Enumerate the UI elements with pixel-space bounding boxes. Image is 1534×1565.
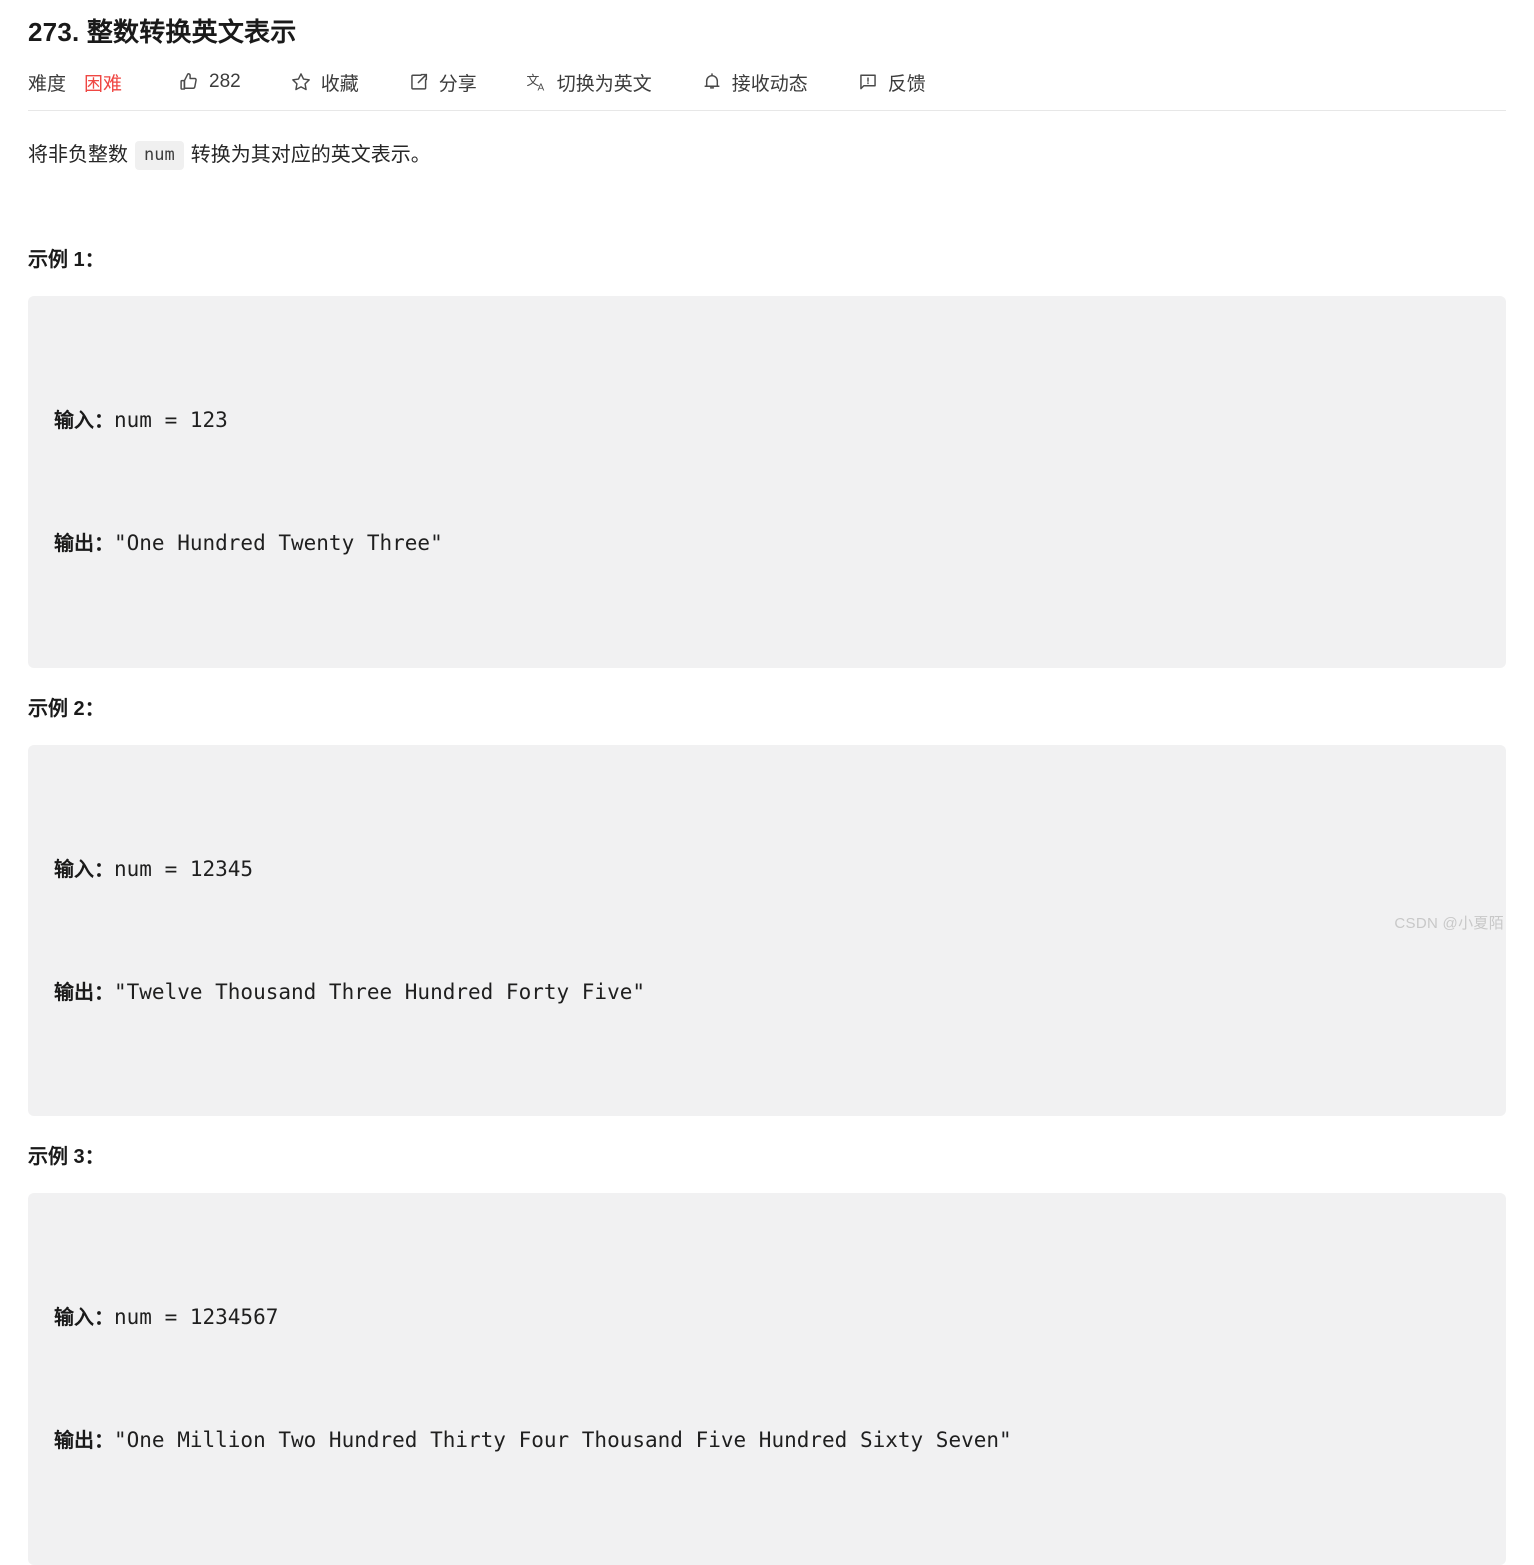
- input-key: 输入：: [54, 1307, 114, 1330]
- output-key: 输出：: [54, 532, 114, 555]
- share-icon: [408, 71, 430, 93]
- favorite-label: 收藏: [320, 73, 359, 95]
- watermark: CSDN @小夏陌: [1394, 915, 1504, 932]
- example-heading: 示例 1：: [28, 249, 105, 272]
- subscribe-button[interactable]: 接收动态: [701, 69, 808, 96]
- example-heading: 示例 2：: [28, 697, 105, 720]
- problem-description: 将非负整数 num 转换为其对应的英文表示。: [28, 139, 1506, 171]
- example-block: 示例 2： 输入：num = 12345 输出："Twelve Thousand…: [28, 696, 1506, 1117]
- difficulty-group: 难度 困难: [28, 69, 122, 96]
- example-code-block: 输入：num = 123 输出："One Hundred Twenty Thre…: [28, 296, 1506, 668]
- output-value: "One Hundred Twenty Three": [114, 530, 443, 555]
- subscribe-label: 接收动态: [731, 73, 808, 95]
- example-code-block: 输入：num = 12345 输出："Twelve Thousand Three…: [28, 744, 1506, 1117]
- difficulty-value: 困难: [84, 73, 123, 95]
- example-input-line: 输入：num = 123: [54, 400, 1480, 441]
- input-value: num = 12345: [114, 856, 254, 881]
- input-value: num = 123: [114, 408, 228, 433]
- example-code-block: 输入：num = 1234567 输出："One Million Two Hun…: [28, 1193, 1506, 1565]
- like-button[interactable]: 282: [178, 71, 241, 93]
- example-output-line: 输出："One Hundred Twenty Three": [54, 523, 1480, 564]
- difficulty-label: 难度: [28, 73, 67, 95]
- example-block: 示例 1： 输入：num = 123 输出："One Hundred Twent…: [28, 247, 1506, 668]
- description-prefix: 将非负整数: [28, 144, 128, 167]
- feedback-button[interactable]: 反馈: [857, 69, 926, 96]
- star-icon: [290, 71, 312, 93]
- translate-icon: 文 A: [526, 71, 548, 93]
- bell-icon: [701, 71, 723, 93]
- example-block: 示例 3： 输入：num = 1234567 输出："One Million T…: [28, 1144, 1506, 1565]
- example-input-line: 输入：num = 1234567: [54, 1297, 1480, 1338]
- svg-text:A: A: [537, 82, 544, 93]
- problem-toolbar: 难度 困难 282 收藏 分享 文 A 切换为英文 接收动态 反馈: [28, 56, 1506, 108]
- share-button[interactable]: 分享: [408, 69, 477, 96]
- thumbs-up-icon: [178, 71, 200, 93]
- problem-page: 273. 整数转换英文表示 难度 困难 282 收藏 分享 文 A 切换为英文 …: [0, 0, 1534, 1565]
- feedback-label: 反馈: [887, 73, 926, 95]
- example-output-line: 输出："One Million Two Hundred Thirty Four …: [54, 1420, 1480, 1461]
- feedback-icon: [857, 71, 879, 93]
- page-title: 273. 整数转换英文表示: [28, 17, 297, 47]
- input-key: 输入：: [54, 410, 114, 433]
- output-value: "Twelve Thousand Three Hundred Forty Fiv…: [114, 979, 646, 1004]
- example-heading: 示例 3：: [28, 1146, 105, 1169]
- translate-label: 切换为英文: [556, 73, 652, 95]
- translate-button[interactable]: 文 A 切换为英文: [526, 69, 652, 96]
- description-suffix: 转换为其对应的英文表示。: [190, 144, 431, 167]
- input-value: num = 1234567: [114, 1305, 279, 1330]
- output-value: "One Million Two Hundred Thirty Four Tho…: [114, 1428, 1012, 1453]
- example-output-line: 输出："Twelve Thousand Three Hundred Forty …: [54, 972, 1480, 1013]
- output-key: 输出：: [54, 981, 114, 1004]
- input-key: 输入：: [54, 858, 114, 881]
- like-count: 282: [209, 71, 241, 93]
- share-label: 分享: [438, 73, 477, 95]
- favorite-button[interactable]: 收藏: [290, 69, 359, 96]
- output-key: 输出：: [54, 1430, 114, 1453]
- inline-code-num: num: [135, 140, 184, 170]
- header-divider: [28, 110, 1506, 112]
- example-input-line: 输入：num = 12345: [54, 849, 1480, 890]
